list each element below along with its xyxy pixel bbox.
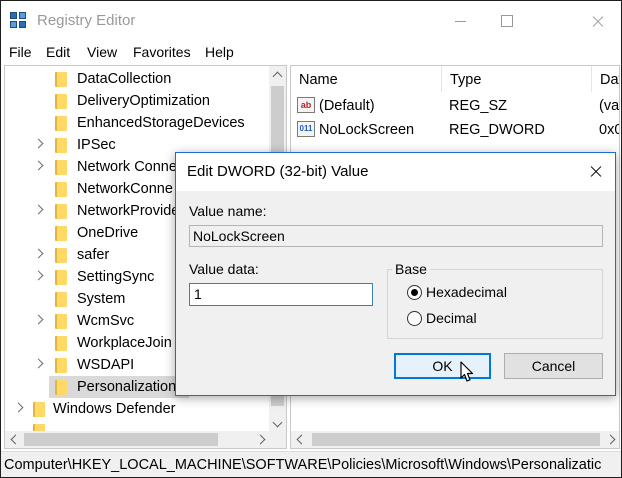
folder-icon [55, 248, 67, 263]
folder-icon [55, 160, 67, 175]
tree-item-label: WSDAPI [77, 357, 135, 373]
tree-item-label: OneDrive [77, 225, 139, 241]
folder-icon [55, 182, 67, 197]
folder-icon [55, 94, 67, 109]
tree-item[interactable]: DataCollection [5, 68, 268, 90]
registry-path: Computer\HKEY_LOCAL_MACHINE\SOFTWARE\Pol… [4, 457, 602, 473]
string-value-icon: ab [297, 97, 315, 113]
folder-icon [55, 226, 67, 241]
value-name-label: Value name: [189, 203, 267, 219]
tree-item-label: Network Conne [77, 159, 177, 175]
menu-edit[interactable]: Edit [46, 44, 70, 60]
tree-item-label: SettingSync [77, 269, 155, 285]
dialog-title: Edit DWORD (32-bit) Value [187, 163, 369, 180]
column-header-name[interactable]: Name [291, 66, 442, 92]
folder-icon [55, 72, 67, 87]
tree-item-label: IPSec [77, 137, 116, 153]
column-header-data[interactable]: Dat [592, 66, 619, 92]
dialog-close-button[interactable] [579, 155, 613, 189]
values-horizontal-scrollbar[interactable] [291, 431, 619, 448]
tree-item-label: Personalization [77, 379, 177, 395]
value-data-label: Value data: [189, 261, 259, 277]
value-name: (Default) [319, 98, 375, 114]
menu-favorites[interactable]: Favorites [133, 44, 191, 60]
chevron-right-icon[interactable] [33, 358, 44, 369]
value-name: NoLockScreen [319, 122, 415, 138]
chevron-right-icon[interactable] [33, 314, 44, 325]
value-row[interactable]: 011 NoLockScreen REG_DWORD 0x0 [291, 118, 619, 142]
tree-item-label: Windows Defender [53, 401, 176, 417]
radio-hexadecimal[interactable]: Hexadecimal [407, 283, 587, 303]
cancel-button[interactable]: Cancel [504, 353, 603, 379]
title-bar: Registry Editor [1, 1, 621, 41]
minimize-button[interactable] [437, 1, 483, 41]
tree-item[interactable]: EnhancedStorageDevices [5, 112, 268, 134]
folder-icon [55, 380, 67, 395]
registry-editor-icon [10, 12, 28, 30]
folder-icon [55, 336, 67, 351]
radio-unchecked-icon[interactable] [407, 311, 422, 326]
dialog-title-bar: Edit DWORD (32-bit) Value [176, 153, 615, 191]
scroll-left-arrow-icon[interactable] [5, 431, 22, 448]
maximize-button[interactable] [483, 1, 529, 41]
scrollbar-corner [269, 431, 286, 448]
chevron-right-icon[interactable] [33, 248, 44, 259]
radio-checked-icon[interactable] [407, 285, 422, 300]
tree-item-windows-defender[interactable]: Windows Defender [5, 398, 268, 420]
folder-icon [55, 204, 67, 219]
chevron-right-icon[interactable] [33, 204, 44, 215]
tree-item-label: NetworkConne [77, 181, 173, 197]
scrollbar-thumb[interactable] [24, 433, 218, 446]
mouse-cursor-icon [460, 361, 474, 382]
tree-item-label: safer [77, 247, 110, 263]
window-title: Registry Editor [37, 12, 136, 29]
chevron-right-icon[interactable] [33, 270, 44, 281]
folder-icon [55, 358, 67, 373]
menu-file[interactable]: File [9, 44, 32, 60]
column-header-type[interactable]: Type [442, 66, 592, 92]
value-data: (va [599, 98, 620, 114]
tree-item-label: NetworkProvide [77, 203, 180, 219]
value-data-input[interactable]: 1 [189, 283, 373, 306]
value-type: REG_DWORD [449, 122, 545, 138]
folder-icon [55, 270, 67, 285]
status-bar: Computer\HKEY_LOCAL_MACHINE\SOFTWARE\Pol… [1, 451, 621, 477]
value-row[interactable]: ab (Default) REG_SZ (va [291, 94, 620, 118]
value-type: REG_SZ [449, 98, 508, 114]
scroll-left-arrow-icon[interactable] [291, 431, 308, 448]
scroll-up-arrow-icon[interactable] [269, 66, 286, 83]
binary-value-icon: 011 [297, 121, 315, 137]
folder-icon [55, 116, 67, 131]
menu-view[interactable]: View [87, 44, 117, 60]
tree-item-label: EnhancedStorageDevices [77, 115, 245, 131]
chevron-right-icon[interactable] [13, 402, 24, 413]
base-label: Base [392, 261, 430, 277]
menu-bar: File Edit View Favorites Help [1, 41, 621, 63]
tree-item-label: DataCollection [77, 71, 172, 87]
tree-item-label: WcmSvc [77, 313, 135, 329]
chevron-right-icon[interactable] [33, 160, 44, 171]
folder-icon [33, 402, 45, 417]
value-data: 0x0 [599, 122, 619, 138]
tree-item-label: WorkplaceJoin [77, 335, 172, 351]
folder-icon [55, 314, 67, 329]
tree-item-label: System [77, 291, 126, 307]
folder-icon [55, 138, 67, 153]
value-name-field: NoLockScreen [189, 225, 603, 247]
scroll-right-arrow-icon[interactable] [604, 431, 619, 448]
tree-item-label: DeliveryOptimization [77, 93, 210, 109]
tree-horizontal-scrollbar[interactable] [5, 431, 271, 448]
edit-dword-dialog: Edit DWORD (32-bit) Value Value name: No… [175, 152, 616, 396]
chevron-right-icon[interactable] [33, 138, 44, 149]
close-button[interactable] [575, 1, 621, 41]
menu-help[interactable]: Help [205, 44, 234, 60]
scrollbar-thumb[interactable] [312, 433, 600, 446]
radio-decimal[interactable]: Decimal [407, 309, 587, 329]
folder-icon [55, 292, 67, 307]
tree-item[interactable]: DeliveryOptimization [5, 90, 268, 112]
